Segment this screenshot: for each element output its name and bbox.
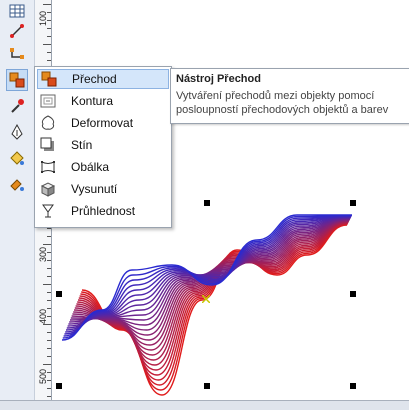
table-tool-icon[interactable] <box>6 0 28 22</box>
menu-item-label: Stín <box>71 138 93 152</box>
ruler-tick <box>43 324 51 325</box>
menu-item-label: Deformovat <box>71 116 134 130</box>
ruler-tick <box>43 284 51 285</box>
ruler-tick <box>47 12 51 13</box>
outline-pen-tool-icon[interactable] <box>6 121 28 143</box>
ruler-tick <box>43 364 51 365</box>
ruler-label: 100 <box>38 10 48 26</box>
ruler-tick <box>47 268 51 269</box>
menu-item-label: Kontura <box>71 94 114 108</box>
menu-item-shadow[interactable]: Stín <box>37 135 169 155</box>
menu-item-label: Přechod <box>72 72 117 86</box>
distort-icon <box>39 114 57 132</box>
selection-handle[interactable] <box>350 291 356 297</box>
tooltip-description: Vytváření přechodů mezi objekty pomocí p… <box>176 90 389 116</box>
eyedropper-tool-icon[interactable] <box>6 95 28 117</box>
selection-handle[interactable] <box>350 200 356 206</box>
ruler-tick <box>47 356 51 357</box>
selection-handle[interactable] <box>56 291 62 297</box>
ruler-tick <box>47 228 51 229</box>
menu-item-label: Obálka <box>71 160 110 174</box>
ruler-tick <box>47 260 51 261</box>
ruler-tick <box>47 308 51 309</box>
envelope-icon <box>39 158 57 176</box>
ruler-tick <box>47 252 51 253</box>
ruler-tick <box>47 348 51 349</box>
fill-tool-icon[interactable] <box>6 147 28 169</box>
ruler-tick <box>47 28 51 29</box>
ruler-tick <box>47 36 51 37</box>
ruler-tick <box>47 276 51 277</box>
ruler-tick <box>47 332 51 333</box>
ruler-tick <box>43 4 51 5</box>
ruler-label: 400 <box>38 308 48 324</box>
menu-item-blend[interactable]: Přechod <box>37 69 169 89</box>
effects-flyout-menu: Přechod Kontura Deformovat Stín Obálka V… <box>34 66 172 228</box>
ruler-tick <box>47 340 51 341</box>
blend-icon <box>40 70 58 88</box>
tooltip-title: Nástroj Přechod <box>176 73 261 85</box>
ruler-tick <box>47 396 51 397</box>
ruler-tick <box>47 388 51 389</box>
blend-step-curve <box>81 223 348 391</box>
blend-tool-icon[interactable] <box>6 69 28 91</box>
menu-item-envelope[interactable]: Obálka <box>37 157 169 177</box>
extrude-icon <box>39 180 57 198</box>
ruler-tick <box>47 60 51 61</box>
ruler-tick <box>43 44 51 45</box>
toolbox <box>0 0 35 409</box>
connector-tool-icon[interactable] <box>6 44 28 66</box>
menu-item-contour[interactable]: Kontura <box>37 91 169 111</box>
menu-item-label: Vysunutí <box>71 182 118 196</box>
menu-item-transparency[interactable]: Průhlednost <box>37 201 169 221</box>
ruler-tick <box>43 244 51 245</box>
selection-handle[interactable] <box>350 383 356 389</box>
selection-handle[interactable] <box>56 383 62 389</box>
interactive-fill-tool-icon[interactable] <box>6 173 28 195</box>
selection-handle[interactable] <box>204 200 210 206</box>
contour-icon <box>39 92 57 110</box>
ruler-tick <box>47 236 51 237</box>
center-marker-icon <box>201 290 211 304</box>
ruler-tick <box>47 372 51 373</box>
ruler-tick <box>47 20 51 21</box>
menu-item-extrude[interactable]: Vysunutí <box>37 179 169 199</box>
dimension-tool-icon[interactable] <box>6 20 28 42</box>
menu-item-distort[interactable]: Deformovat <box>37 113 169 133</box>
tooltip: Nástroj Přechod Vytváření přechodů mezi … <box>170 68 409 124</box>
shadow-icon <box>39 136 57 154</box>
ruler-tick <box>47 292 51 293</box>
ruler-tick <box>47 316 51 317</box>
ruler-tick <box>47 52 51 53</box>
ruler-tick <box>47 300 51 301</box>
selection-handle[interactable] <box>204 383 210 389</box>
transparency-icon <box>39 202 57 220</box>
ruler-tick <box>47 380 51 381</box>
menu-item-label: Průhlednost <box>71 204 136 218</box>
